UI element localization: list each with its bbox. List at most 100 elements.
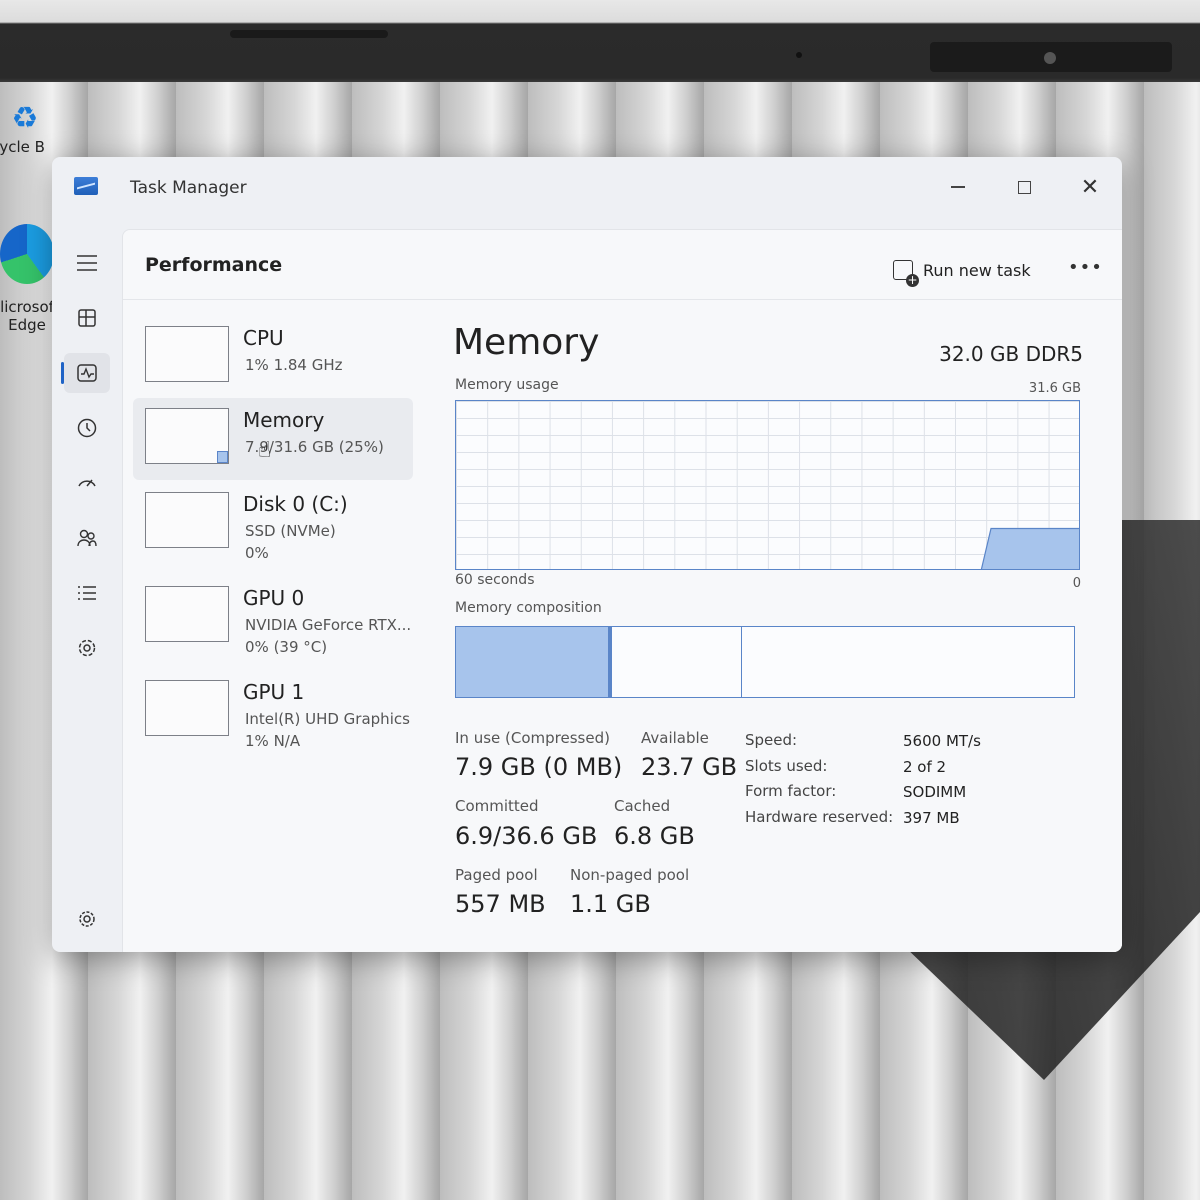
- available-value: 23.7 GB: [641, 753, 738, 781]
- bezel-slot: [230, 30, 388, 38]
- speed-value: 5600 MT/s: [903, 732, 981, 750]
- device-thumbnail-graph: [145, 492, 229, 548]
- bezel-sensor: [796, 52, 802, 58]
- thumbnail-usage-fill: [217, 451, 228, 463]
- edge-browser-icon: [0, 224, 54, 284]
- details-icon: [78, 586, 96, 600]
- users-icon: [77, 529, 97, 547]
- nav-performance[interactable]: [64, 353, 110, 393]
- nav-settings[interactable]: [64, 899, 110, 939]
- settings-icon: [79, 911, 95, 927]
- window-title: Task Manager: [130, 178, 247, 198]
- graph-axis-right: 0: [1072, 576, 1081, 591]
- form-factor-value: SODIMM: [903, 783, 967, 801]
- device-name: CPU: [243, 326, 284, 350]
- app-history-icon: [77, 418, 97, 438]
- device-thumbnail-graph: [145, 326, 229, 382]
- device-name: GPU 1: [243, 680, 305, 704]
- run-task-icon: [893, 260, 919, 287]
- device-usage: 1% N/A: [245, 732, 301, 750]
- device-name: Memory: [243, 408, 325, 432]
- non-paged-pool-value: 1.1 GB: [570, 890, 651, 918]
- navigation-rail: [52, 219, 122, 952]
- committed-value: 6.9/36.6 GB: [455, 822, 598, 850]
- more-options-button[interactable]: •••: [1068, 257, 1103, 278]
- minimize-button[interactable]: [928, 167, 988, 207]
- composition-standby: [611, 627, 741, 697]
- device-thumbnail-graph: [145, 586, 229, 642]
- committed-label: Committed: [455, 797, 539, 815]
- run-new-task-button[interactable]: Run new task: [893, 255, 1031, 287]
- nav-details[interactable]: [64, 573, 110, 613]
- nav-users[interactable]: [64, 518, 110, 558]
- desktop-icon-label: cycle B: [0, 138, 45, 156]
- hardware-reserved-value: 397 MB: [903, 809, 960, 827]
- device-name: Disk 0 (C:): [243, 492, 348, 516]
- desktop-icon-recycle-bin[interactable]: ♻ cycle B: [0, 100, 50, 156]
- device-usage: 0%: [245, 544, 269, 562]
- device-detail: NVIDIA GeForce RTX...: [245, 616, 412, 634]
- maximize-button[interactable]: [994, 167, 1054, 207]
- device-thumbnail-graph: [145, 408, 229, 464]
- speed-label: Speed:: [745, 731, 798, 749]
- in-use-label: In use (Compressed): [455, 729, 610, 747]
- processes-icon: [78, 309, 96, 327]
- form-factor-label: Form factor:: [745, 782, 837, 800]
- desktop-icon-edge[interactable]: licrosof Edge: [0, 224, 54, 334]
- composition-label: Memory composition: [455, 600, 602, 616]
- services-icon: [78, 639, 96, 657]
- maximize-icon: [1017, 180, 1031, 194]
- device-name: GPU 0: [243, 586, 305, 610]
- nav-startup-apps[interactable]: [64, 463, 110, 503]
- minimize-icon: [951, 186, 965, 188]
- startup-apps-icon: [78, 479, 96, 487]
- nav-services[interactable]: [64, 628, 110, 668]
- in-use-value: 7.9 GB (0 MB): [455, 753, 623, 781]
- usage-area: [980, 527, 1079, 569]
- page-title: Performance: [145, 254, 283, 276]
- device-item-cpu[interactable]: CPU 1% 1.84 GHz: [133, 316, 413, 398]
- composition-free: [741, 627, 1074, 697]
- available-label: Available: [641, 729, 709, 747]
- memory-composition-bar: [455, 626, 1075, 698]
- performance-icon: [77, 364, 97, 382]
- paged-pool-label: Paged pool: [455, 866, 538, 884]
- task-manager-window: Task Manager ✕ Performance + Run new tas…: [52, 157, 1122, 952]
- title-bar[interactable]: Task Manager ✕: [52, 157, 1122, 219]
- slots-used-value: 2 of 2: [903, 758, 947, 776]
- paged-pool-value: 557 MB: [455, 890, 546, 918]
- nav-processes[interactable]: [64, 298, 110, 338]
- device-detail: SSD (NVMe): [245, 522, 336, 540]
- hand-cursor-icon: ☝: [258, 438, 272, 463]
- recycle-bin-icon: ♻: [11, 101, 39, 136]
- monitor-bezel: [0, 0, 1200, 82]
- close-icon: ✕: [1080, 174, 1100, 200]
- memory-usage-graph: [455, 400, 1080, 570]
- device-item-gpu1[interactable]: GPU 1 Intel(R) UHD Graphics 1% N/A: [133, 670, 413, 752]
- graph-axis-left: 60 seconds: [455, 572, 535, 588]
- performance-panel: Performance Run new task ••• CPU 1% 1.84…: [122, 229, 1122, 952]
- device-item-gpu0[interactable]: GPU 0 NVIDIA GeForce RTX... 0% (39 °C): [133, 576, 413, 658]
- device-detail: Intel(R) UHD Graphics: [245, 710, 410, 728]
- composition-in-use: [456, 627, 611, 697]
- desktop-icon-label: Edge: [8, 316, 46, 334]
- task-manager-app-icon: [74, 177, 98, 195]
- hamburger-menu-icon: [77, 255, 97, 271]
- nav-menu-button[interactable]: [64, 243, 110, 283]
- device-detail: 1% 1.84 GHz: [245, 356, 343, 374]
- webcam-icon: [930, 42, 1172, 72]
- run-new-task-label: Run new task: [923, 260, 1031, 280]
- memory-spec: 32.0 GB DDR5: [939, 342, 1083, 366]
- usage-graph-label: Memory usage: [455, 377, 559, 393]
- cached-value: 6.8 GB: [614, 822, 695, 850]
- hardware-reserved-label: Hardware reserved:: [745, 808, 894, 826]
- device-item-disk0[interactable]: Disk 0 (C:) SSD (NVMe) 0%: [133, 482, 413, 564]
- non-paged-pool-label: Non-paged pool: [570, 866, 690, 884]
- detail-title: Memory: [453, 322, 600, 363]
- usage-graph-svg: [980, 527, 1079, 569]
- nav-app-history[interactable]: [64, 408, 110, 448]
- slots-used-label: Slots used:: [745, 757, 828, 775]
- memory-detail-pane: Memory 32.0 GB DDR5 Memory usage 31.6 GB…: [433, 300, 1122, 952]
- device-item-memory[interactable]: Memory 7.9/31.6 GB (25%): [133, 398, 413, 480]
- close-button[interactable]: ✕: [1060, 167, 1120, 207]
